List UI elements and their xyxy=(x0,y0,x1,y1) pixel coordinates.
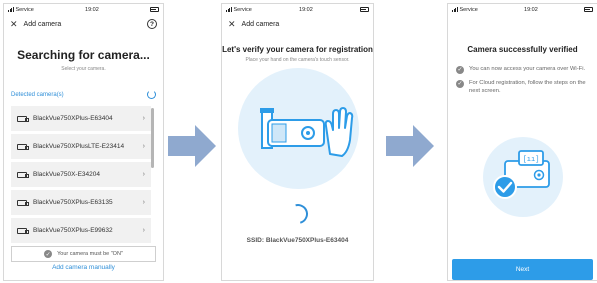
signal-icon xyxy=(226,7,232,12)
close-icon[interactable]: ✕ xyxy=(10,19,18,29)
camera-list[interactable]: BlackVue750XPlus-E63404 › BlackVue750XPl… xyxy=(11,106,156,243)
camera-icon xyxy=(17,171,29,178)
refresh-spinner-icon[interactable] xyxy=(147,90,156,99)
carrier: Service xyxy=(233,6,252,13)
screen-verify: Service 19:02 ✕ Add camera Let's verify … xyxy=(221,3,374,281)
ssid-label: SSID: BlackVue750XPlus-E63404 xyxy=(246,237,349,244)
status-bar: Service 19:02 xyxy=(4,4,163,15)
signal-icon xyxy=(452,7,458,12)
chevron-right-icon: › xyxy=(142,171,145,178)
check-icon: ✓ xyxy=(44,250,53,258)
check-icon: ✓ xyxy=(456,66,464,74)
carrier: Service xyxy=(15,6,34,13)
header: ✕ Add camera ? xyxy=(4,15,163,33)
screen-verified: Service 19:02 Camera successfully verifi… xyxy=(447,3,597,281)
scrollbar[interactable] xyxy=(151,108,154,168)
page-subtitle: Select your camera. xyxy=(61,66,106,72)
camera-icon xyxy=(17,115,29,122)
page-title: Searching for camera... xyxy=(17,48,150,62)
camera-icon xyxy=(17,143,29,150)
chevron-right-icon: › xyxy=(142,143,145,150)
page-subtitle: Place your hand on the camera's touch se… xyxy=(245,57,350,63)
battery-icon xyxy=(359,7,369,12)
verified-camera-icon: [ıı] xyxy=(493,150,550,199)
camera-name: BlackVue750XPlus-E63135 xyxy=(33,199,113,206)
list-item-text: You can now access your camera over Wi-F… xyxy=(469,66,586,72)
camera-name: BlackVue750X-E34204 xyxy=(33,171,100,178)
status-time: 19:02 xyxy=(85,6,99,13)
chevron-right-icon: › xyxy=(142,115,145,122)
camera-name: BlackVue750XPlus-E99632 xyxy=(33,227,113,234)
help-icon[interactable]: ? xyxy=(147,19,157,29)
header: ✕ Add camera xyxy=(222,15,373,33)
signal-icon xyxy=(8,7,14,12)
page-title: Let's verify your camera for registratio… xyxy=(222,45,373,54)
camera-name: BlackVue750XPlusLTE-E23414 xyxy=(33,143,125,150)
carrier: Service xyxy=(459,6,478,13)
detected-label: Detected camera(s) xyxy=(11,91,64,98)
battery-icon xyxy=(149,7,159,12)
verified-illustration: [ıı] xyxy=(483,137,563,217)
battery-icon xyxy=(583,7,593,12)
page-title: Camera successfully verified xyxy=(467,45,578,54)
close-icon[interactable]: ✕ xyxy=(228,19,236,29)
status-bar: Service 19:02 xyxy=(448,4,597,15)
chevron-right-icon: › xyxy=(142,227,145,234)
screen-searching: Service 19:02 ✕ Add camera ? Searching f… xyxy=(3,3,164,281)
status-bar: Service 19:02 xyxy=(222,4,373,15)
power-notice: ✓ Your camera must be "ON" xyxy=(11,246,156,262)
notice-text: Your camera must be "ON" xyxy=(57,251,123,257)
dashcam-hand-icon xyxy=(260,107,354,157)
list-item-text: For Cloud registration, follow the steps… xyxy=(469,80,586,94)
camera-icon xyxy=(17,199,29,206)
chevron-right-icon: › xyxy=(142,199,145,206)
camera-name: BlackVue750XPlus-E63404 xyxy=(33,115,113,122)
touch-sensor-illustration xyxy=(238,68,359,189)
header-title: Add camera xyxy=(241,20,280,28)
check-icon: ✓ xyxy=(456,80,464,88)
camera-icon xyxy=(17,227,29,234)
next-button[interactable]: Next xyxy=(452,259,593,280)
arrow-right-icon xyxy=(386,125,434,167)
arrow-right-icon xyxy=(168,125,216,167)
add-camera-manually-link[interactable]: Add camera manually xyxy=(4,264,163,271)
detected-header: Detected camera(s) xyxy=(4,90,163,99)
status-time: 19:02 xyxy=(524,6,538,13)
list-item: ✓ You can now access your camera over Wi… xyxy=(456,66,589,74)
header-title: Add camera xyxy=(23,20,62,28)
status-time: 19:02 xyxy=(299,6,313,13)
camera-list-item[interactable]: BlackVue750X-E34204 › xyxy=(11,162,151,187)
info-list: ✓ You can now access your camera over Wi… xyxy=(456,66,589,96)
camera-list-item[interactable]: BlackVue750XPlusLTE-E23414 › xyxy=(11,134,151,159)
camera-list-item[interactable]: BlackVue750XPlus-E63404 › xyxy=(11,106,151,131)
camera-list-item[interactable]: BlackVue750XPlus-E63135 › xyxy=(11,190,151,215)
svg-text:[ıı]: [ıı] xyxy=(523,156,540,164)
camera-list-item[interactable]: BlackVue750XPlus-E99632 › xyxy=(11,218,151,243)
list-item: ✓ For Cloud registration, follow the ste… xyxy=(456,80,589,96)
loading-spinner-icon xyxy=(284,200,312,228)
